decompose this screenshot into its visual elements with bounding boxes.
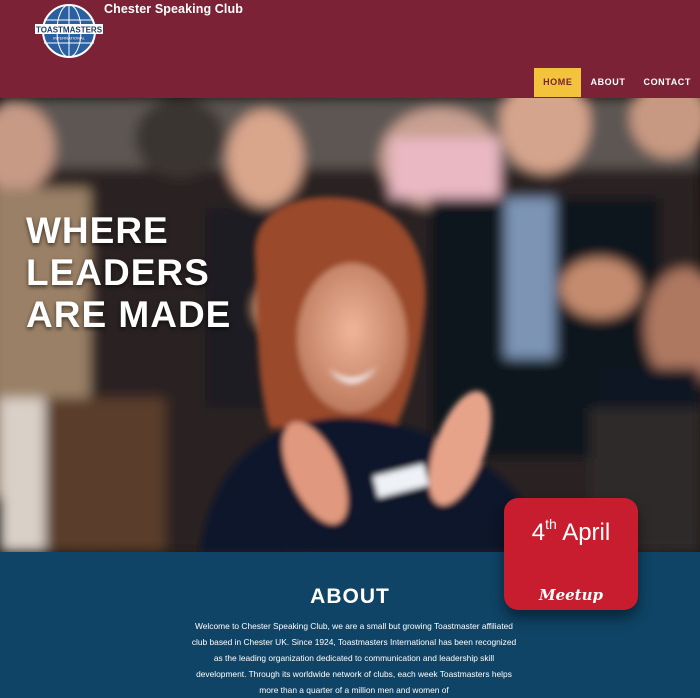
headline-line-3: ARE MADE — [26, 294, 232, 335]
nav-contact[interactable]: CONTACT — [634, 68, 700, 97]
meetup-month: April — [562, 519, 611, 546]
hero-banner: WHERE LEADERS ARE MADE — [0, 98, 700, 552]
site-header: TOASTMASTERS INTERNATIONAL Chester Speak… — [0, 0, 700, 98]
meetup-day: 4 — [531, 519, 546, 546]
meetup-day-suffix: th — [545, 516, 557, 532]
nav-home[interactable]: HOME — [534, 68, 582, 97]
about-body: Welcome to Chester Speaking Club, we are… — [191, 621, 517, 695]
logo-subtext: INTERNATIONAL — [53, 36, 85, 41]
nav-about[interactable]: ABOUT — [581, 68, 634, 97]
headline-line-1: WHERE — [26, 210, 169, 251]
club-name[interactable]: Chester Speaking Club — [104, 2, 243, 16]
main-nav: HOME ABOUT CONTACT — [534, 68, 700, 97]
headline-line-2: LEADERS — [26, 252, 210, 293]
hero-headline: WHERE LEADERS ARE MADE — [26, 210, 231, 336]
meetup-badge[interactable]: 4th April Meetup — [504, 498, 638, 610]
toastmasters-logo[interactable]: TOASTMASTERS INTERNATIONAL — [35, 3, 103, 59]
meetup-label: Meetup — [538, 586, 603, 604]
logo-text: TOASTMASTERS — [36, 26, 103, 35]
meetup-date: 4th April — [504, 516, 638, 547]
